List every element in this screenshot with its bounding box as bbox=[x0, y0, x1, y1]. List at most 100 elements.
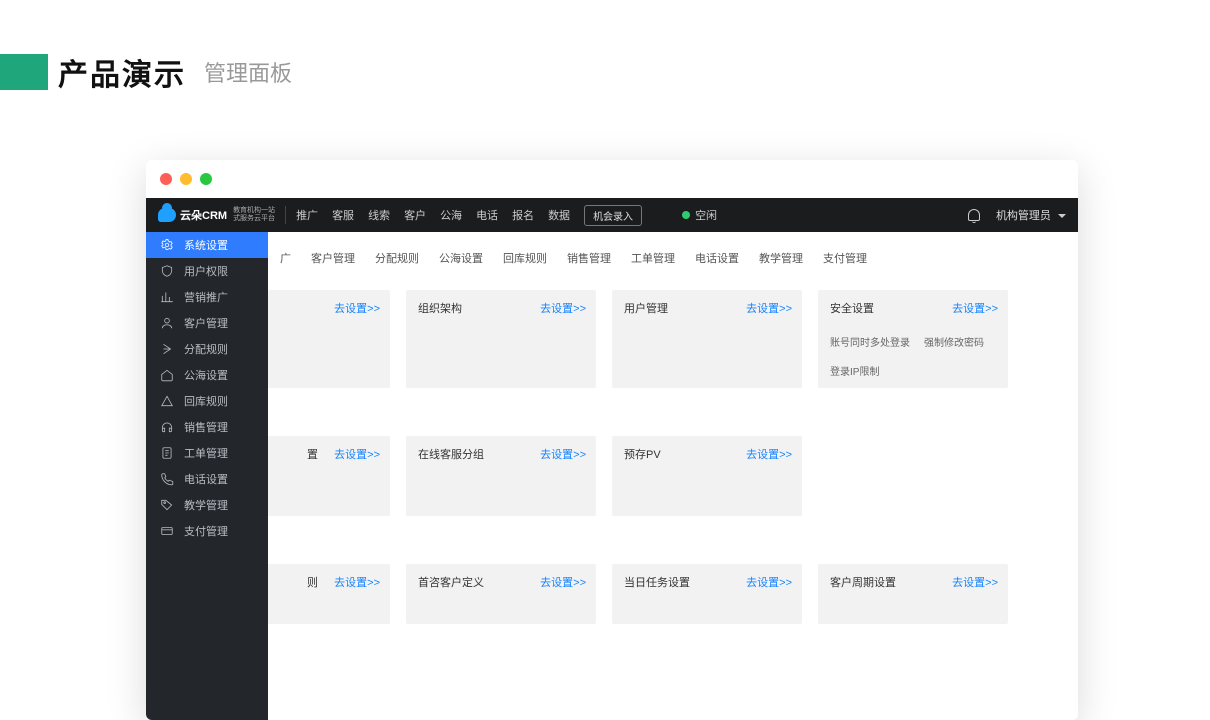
go-settings-link[interactable]: 去设置>> bbox=[334, 300, 380, 316]
logo-text: 云朵CRM bbox=[180, 207, 227, 223]
top-nav-item[interactable]: 客服 bbox=[332, 207, 354, 223]
card-subitem[interactable]: 登录IP限制 bbox=[830, 363, 879, 378]
sidebar-item-triangle[interactable]: 回库规则 bbox=[146, 388, 268, 414]
tab-item[interactable]: 销售管理 bbox=[557, 246, 621, 270]
top-nav-item[interactable]: 电话 bbox=[476, 207, 498, 223]
settings-card: 预存PV去设置>> bbox=[612, 436, 802, 516]
go-settings-link[interactable]: 去设置>> bbox=[540, 574, 586, 590]
status-indicator[interactable]: 空闲 bbox=[682, 207, 717, 223]
sidebar-item-house[interactable]: 公海设置 bbox=[146, 362, 268, 388]
tab-item[interactable]: 回库规则 bbox=[493, 246, 557, 270]
record-opportunity-button[interactable]: 机会录入 bbox=[584, 205, 642, 226]
settings-card: 当日任务设置去设置>> bbox=[612, 564, 802, 624]
window-maximize-button[interactable] bbox=[200, 173, 212, 185]
card-subitem[interactable]: 账号同时多处登录 bbox=[830, 334, 910, 349]
settings-card: 组织架构去设置>> bbox=[406, 290, 596, 388]
cards-wrap: 去设置>>组织架构去设置>>用户管理去设置>>安全设置去设置>>账号同时多处登录… bbox=[268, 270, 1078, 624]
settings-card: 置去设置>> bbox=[268, 436, 390, 516]
sidebar-item-label: 教学管理 bbox=[184, 497, 228, 513]
tab-item[interactable]: 支付管理 bbox=[813, 246, 877, 270]
window-minimize-button[interactable] bbox=[180, 173, 192, 185]
tab-strip: 广客户管理分配规则公海设置回库规则销售管理工单管理电话设置教学管理支付管理 bbox=[268, 232, 1078, 270]
card-row: 置去设置>>在线客服分组去设置>>预存PV去设置>> bbox=[268, 436, 1078, 516]
go-settings-link[interactable]: 去设置>> bbox=[952, 574, 998, 590]
triangle-icon bbox=[160, 394, 174, 408]
go-settings-link[interactable]: 去设置>> bbox=[334, 574, 380, 590]
sidebar-item-label: 用户权限 bbox=[184, 263, 228, 279]
headset-icon bbox=[160, 420, 174, 434]
page-title-sub: 管理面板 bbox=[204, 56, 292, 88]
page-header: 产品演示 管理面板 bbox=[0, 50, 292, 94]
sidebar-item-label: 营销推广 bbox=[184, 289, 228, 305]
top-nav-item[interactable]: 数据 bbox=[548, 207, 570, 223]
go-settings-link[interactable]: 去设置>> bbox=[540, 300, 586, 316]
go-settings-link[interactable]: 去设置>> bbox=[334, 446, 380, 462]
go-settings-link[interactable]: 去设置>> bbox=[746, 446, 792, 462]
notifications-icon[interactable] bbox=[968, 209, 980, 221]
sidebar: 系统设置用户权限营销推广客户管理分配规则公海设置回库规则销售管理工单管理电话设置… bbox=[146, 232, 268, 720]
go-settings-link[interactable]: 去设置>> bbox=[952, 300, 998, 316]
sidebar-item-label: 销售管理 bbox=[184, 419, 228, 435]
user-menu[interactable]: 机构管理员 bbox=[996, 207, 1066, 223]
settings-card: 用户管理去设置>> bbox=[612, 290, 802, 388]
page-title-main: 产品演示 bbox=[58, 50, 186, 94]
sidebar-item-label: 电话设置 bbox=[184, 471, 228, 487]
sidebar-item-label: 客户管理 bbox=[184, 315, 228, 331]
settings-card: 首咨客户定义去设置>> bbox=[406, 564, 596, 624]
card-row: 去设置>>组织架构去设置>>用户管理去设置>>安全设置去设置>>账号同时多处登录… bbox=[268, 290, 1078, 388]
sidebar-item-doc[interactable]: 工单管理 bbox=[146, 440, 268, 466]
top-nav: 推广客服线索客户公海电话报名数据 bbox=[296, 207, 570, 223]
card-sublines: 账号同时多处登录强制修改密码登录IP限制 bbox=[830, 334, 996, 378]
top-nav-item[interactable]: 公海 bbox=[440, 207, 462, 223]
sidebar-item-settings[interactable]: 系统设置 bbox=[146, 232, 268, 258]
window-titlebar bbox=[146, 160, 1078, 198]
sidebar-item-person[interactable]: 客户管理 bbox=[146, 310, 268, 336]
sidebar-item-label: 公海设置 bbox=[184, 367, 228, 383]
settings-card: 安全设置去设置>>账号同时多处登录强制修改密码登录IP限制 bbox=[818, 290, 1008, 388]
tab-item[interactable]: 电话设置 bbox=[685, 246, 749, 270]
sidebar-item-share[interactable]: 分配规则 bbox=[146, 336, 268, 362]
card-row: 则去设置>> 首咨客户定义去设置>> 当日任务设置去设置>> 客户周期设置去设置>> bbox=[268, 564, 1078, 624]
tab-item[interactable]: 分配规则 bbox=[365, 246, 429, 270]
top-nav-item[interactable]: 报名 bbox=[512, 207, 534, 223]
sidebar-item-card[interactable]: 支付管理 bbox=[146, 518, 268, 544]
sidebar-item-phone[interactable]: 电话设置 bbox=[146, 466, 268, 492]
sidebar-item-chart[interactable]: 营销推广 bbox=[146, 284, 268, 310]
go-settings-link[interactable]: 去设置>> bbox=[540, 446, 586, 462]
sidebar-item-label: 支付管理 bbox=[184, 523, 228, 539]
sidebar-item-label: 回库规则 bbox=[184, 393, 228, 409]
cloud-icon bbox=[158, 208, 176, 222]
doc-icon bbox=[160, 446, 174, 460]
tab-item[interactable]: 教学管理 bbox=[749, 246, 813, 270]
sidebar-item-label: 工单管理 bbox=[184, 445, 228, 461]
share-icon bbox=[160, 342, 174, 356]
app-window: 云朵CRM 教育机构一站 式服务云平台 推广客服线索客户公海电话报名数据 机会录… bbox=[146, 160, 1078, 720]
top-nav-item[interactable]: 客户 bbox=[404, 207, 426, 223]
tab-item[interactable]: 工单管理 bbox=[621, 246, 685, 270]
chart-icon bbox=[160, 290, 174, 304]
settings-card: 则去设置>> bbox=[268, 564, 390, 624]
window-close-button[interactable] bbox=[160, 173, 172, 185]
go-settings-link[interactable]: 去设置>> bbox=[746, 574, 792, 590]
top-nav-item[interactable]: 线索 bbox=[368, 207, 390, 223]
logo-subtext: 教育机构一站 式服务云平台 bbox=[233, 207, 275, 223]
phone-icon bbox=[160, 472, 174, 486]
tab-item[interactable]: 广 bbox=[280, 246, 301, 270]
chevron-down-icon bbox=[1058, 214, 1066, 218]
accent-block bbox=[0, 54, 48, 90]
card-icon bbox=[160, 524, 174, 538]
tab-item[interactable]: 客户管理 bbox=[301, 246, 365, 270]
settings-card: 客户周期设置去设置>> bbox=[818, 564, 1008, 624]
house-icon bbox=[160, 368, 174, 382]
go-settings-link[interactable]: 去设置>> bbox=[746, 300, 792, 316]
sidebar-item-shield[interactable]: 用户权限 bbox=[146, 258, 268, 284]
tab-item[interactable]: 公海设置 bbox=[429, 246, 493, 270]
top-nav-item[interactable]: 推广 bbox=[296, 207, 318, 223]
sidebar-item-headset[interactable]: 销售管理 bbox=[146, 414, 268, 440]
sidebar-item-label: 分配规则 bbox=[184, 341, 228, 357]
user-label: 机构管理员 bbox=[996, 210, 1051, 222]
settings-card: 在线客服分组去设置>> bbox=[406, 436, 596, 516]
content-area: 广客户管理分配规则公海设置回库规则销售管理工单管理电话设置教学管理支付管理 去设… bbox=[268, 232, 1078, 720]
card-subitem[interactable]: 强制修改密码 bbox=[924, 334, 984, 349]
sidebar-item-tag[interactable]: 教学管理 bbox=[146, 492, 268, 518]
